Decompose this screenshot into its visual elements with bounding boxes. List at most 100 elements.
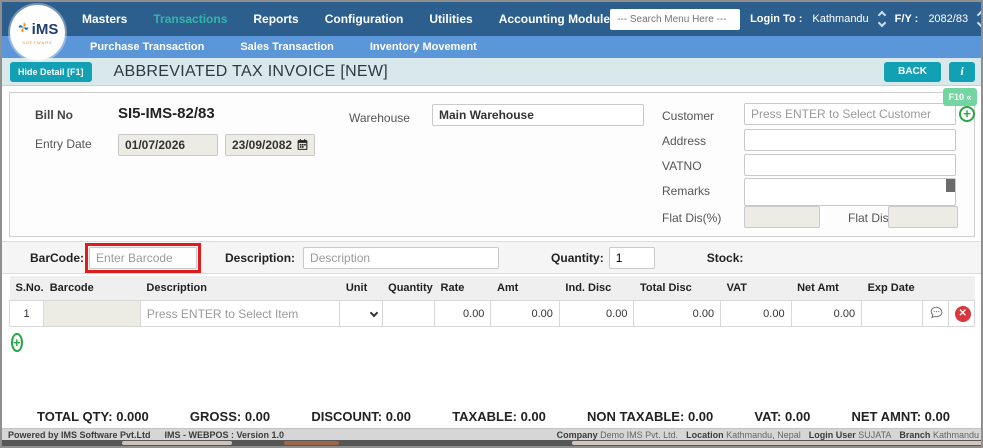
- subnav-inventory-movement[interactable]: Inventory Movement: [370, 41, 477, 53]
- row-delete-icon[interactable]: ✕: [948, 301, 974, 327]
- status-footer: Powered by IMS Software Pvt.Ltd IMS - WE…: [2, 428, 983, 440]
- row-amt-value: 0.00: [491, 301, 559, 327]
- add-row-button[interactable]: +: [11, 334, 23, 352]
- address-input[interactable]: [744, 129, 956, 151]
- remarks-label: Remarks: [662, 184, 710, 198]
- col-rate: Rate: [435, 276, 491, 301]
- location-label: Location: [686, 430, 724, 440]
- row-description-input[interactable]: Press ENTER to Select Item: [140, 301, 339, 327]
- location-value: Kathmandu, Nepal: [726, 430, 801, 440]
- fy-label: F/Y :: [895, 13, 919, 25]
- invoice-header-form: Bill No SI5-IMS-82/83 Entry Date Warehou…: [9, 92, 975, 237]
- col-sno: S.No.: [10, 276, 44, 301]
- hide-detail-button[interactable]: Hide Detail [F1]: [10, 62, 92, 82]
- company-value: Demo IMS Pvt. Ltd.: [600, 430, 678, 440]
- warehouse-input[interactable]: [432, 104, 644, 126]
- entry-date-label: Entry Date: [35, 137, 92, 151]
- sub-navbar: Purchase Transaction Sales Transaction I…: [2, 36, 981, 58]
- menu-reports[interactable]: Reports: [253, 12, 298, 26]
- description-input[interactable]: [303, 247, 499, 269]
- col-total-disc: Total Disc: [634, 276, 721, 301]
- total-taxable: TAXABLE: 0.00: [452, 409, 546, 429]
- entry-date-ad-input[interactable]: [118, 134, 218, 156]
- version-text: IMS - WEBPOS : Version 1.0: [165, 430, 285, 440]
- menu-masters[interactable]: Masters: [82, 12, 127, 26]
- menu-configuration[interactable]: Configuration: [325, 12, 404, 26]
- table-header-row: S.No. Barcode Description Unit Quantity …: [10, 276, 975, 301]
- add-customer-button[interactable]: +: [959, 106, 975, 122]
- col-quantity: Quantity: [382, 276, 434, 301]
- flat-dis-pct-input: [744, 206, 820, 228]
- col-amt: Amt: [491, 276, 559, 301]
- fy-selector[interactable]: [978, 10, 983, 28]
- logo-text: iMS: [32, 21, 59, 38]
- navbar-right: Login To : Kathmandu F/Y : 2082/83 0: [610, 9, 983, 30]
- top-navbar: iMS SOFTWARE Masters Transactions Report…: [2, 2, 981, 36]
- total-non-taxable: NON TAXABLE: 0.00: [587, 409, 713, 429]
- row-net-amt-value: 0.00: [791, 301, 862, 327]
- barcode-input[interactable]: [89, 247, 197, 269]
- menu-accounting-module[interactable]: Accounting Module: [499, 12, 610, 26]
- menu-search-input[interactable]: [610, 9, 740, 30]
- remarks-textarea[interactable]: [744, 178, 956, 206]
- col-note: [922, 276, 948, 301]
- col-barcode: Barcode: [44, 276, 141, 301]
- row-note-icon[interactable]: [922, 301, 948, 327]
- branch-value: Kathmandu: [933, 430, 979, 440]
- main-menu: Masters Transactions Reports Configurati…: [82, 12, 610, 26]
- address-label: Address: [662, 134, 706, 148]
- branch-label: Branch: [899, 430, 930, 440]
- page-title: ABBREVIATED TAX INVOICE [NEW]: [114, 63, 389, 81]
- powered-by: Powered by IMS Software Pvt.Ltd: [8, 430, 151, 440]
- taskbar-strip: [2, 440, 983, 448]
- row-sno: 1: [10, 301, 44, 327]
- flat-dis-pct-label: Flat Dis(%): [662, 211, 721, 225]
- col-exp-date: Exp Date: [862, 276, 922, 301]
- items-table: S.No. Barcode Description Unit Quantity …: [9, 276, 975, 327]
- info-button[interactable]: i: [949, 62, 975, 82]
- branch-selector[interactable]: [879, 10, 885, 28]
- f10-collapse-button[interactable]: F10 «: [943, 88, 977, 106]
- table-row: 1 Press ENTER to Select Item 0.00 0.00 0…: [10, 301, 975, 327]
- login-user-label: Login User: [809, 430, 856, 440]
- subnav-purchase-transaction[interactable]: Purchase Transaction: [90, 41, 204, 53]
- quantity-input[interactable]: [609, 247, 655, 269]
- row-unit-select[interactable]: [340, 301, 382, 327]
- vatno-input[interactable]: [744, 154, 956, 176]
- col-unit: Unit: [340, 276, 382, 301]
- total-discount: DISCOUNT: 0.00: [311, 409, 411, 429]
- menu-utilities[interactable]: Utilities: [429, 12, 472, 26]
- row-vat-value: 0.00: [721, 301, 792, 327]
- warehouse-label: Warehouse: [349, 111, 410, 125]
- login-to-label: Login To :: [750, 13, 802, 25]
- row-exp-date-input[interactable]: [862, 301, 922, 327]
- menu-transactions[interactable]: Transactions: [153, 12, 227, 26]
- login-to-value: Kathmandu: [812, 13, 868, 25]
- fy-value: 2082/83: [928, 13, 968, 25]
- bill-no-value: SI5-IMS-82/83: [118, 105, 215, 122]
- back-button[interactable]: BACK: [884, 62, 941, 82]
- total-net-amount: NET AMNT: 0.00: [851, 409, 950, 429]
- subnav-sales-transaction[interactable]: Sales Transaction: [240, 41, 334, 53]
- col-delete: [948, 276, 974, 301]
- barcode-entry-bar: BarCode: Description: Quantity: Stock:: [2, 241, 983, 274]
- remarks-scrollbar[interactable]: [946, 179, 955, 192]
- vatno-label: VATNO: [662, 159, 702, 173]
- customer-input[interactable]: [744, 103, 956, 125]
- page-header: Hide Detail [F1] ABBREVIATED TAX INVOICE…: [2, 58, 981, 86]
- row-rate-input[interactable]: 0.00: [435, 301, 491, 327]
- login-user-value: SUJATA: [858, 430, 891, 440]
- description-label: Description:: [225, 251, 295, 265]
- col-description: Description: [140, 276, 339, 301]
- calendar-icon[interactable]: [296, 138, 309, 156]
- quantity-label: Quantity:: [551, 251, 604, 265]
- app-window: iMS SOFTWARE Masters Transactions Report…: [0, 0, 983, 448]
- pinwheel-logo-icon: [17, 21, 30, 39]
- total-vat: VAT: 0.00: [754, 409, 810, 429]
- row-quantity-input[interactable]: [382, 301, 434, 327]
- ims-logo[interactable]: iMS SOFTWARE: [10, 5, 65, 60]
- col-vat: VAT: [721, 276, 792, 301]
- row-ind-disc-input[interactable]: 0.00: [559, 301, 634, 327]
- chevron-down-icon: [369, 309, 377, 317]
- bill-no-label: Bill No: [35, 108, 73, 122]
